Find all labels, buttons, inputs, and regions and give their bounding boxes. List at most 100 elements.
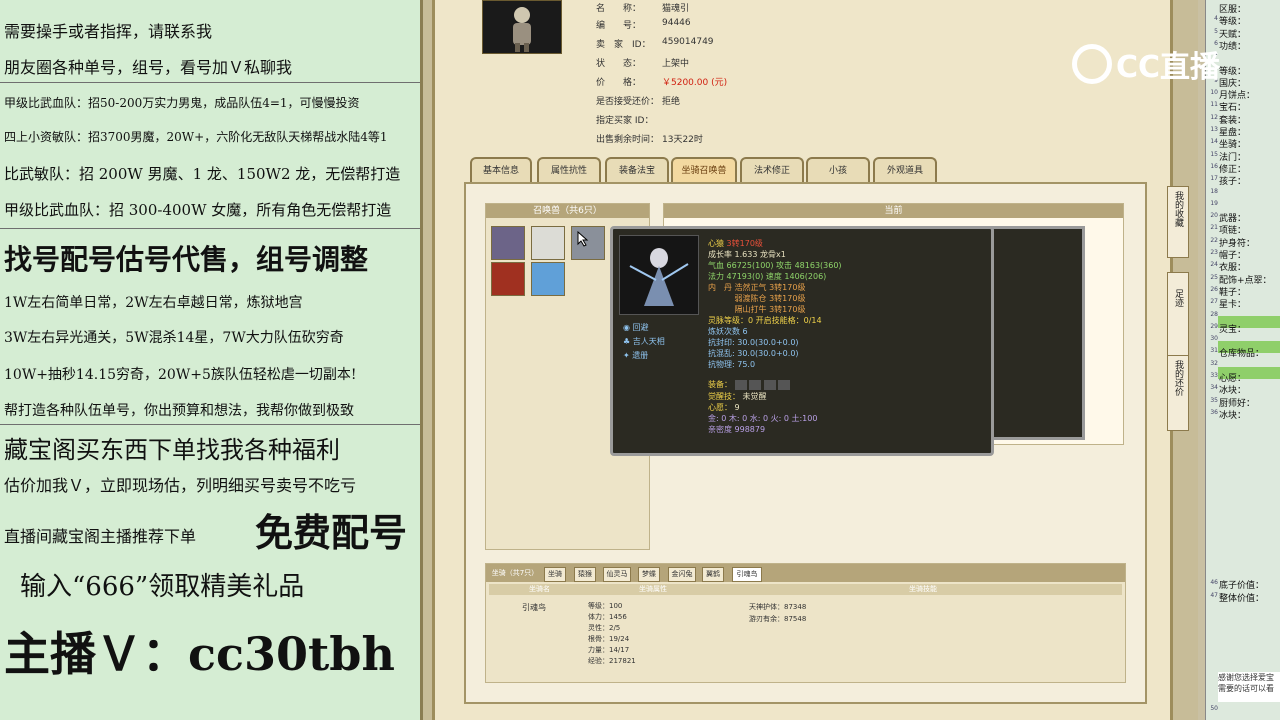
mount-col-headers: 坐骑名 坐骑属性 坐骑技能	[489, 584, 1122, 595]
pet-thumb-icon[interactable]	[491, 262, 525, 296]
pet-awaken-row: 觉醒技： 未觉醒	[708, 391, 767, 402]
row-number: 19	[1210, 200, 1218, 207]
tab-attributes[interactable]: 属性抗性	[537, 157, 601, 183]
pet-tooltip: 心猿 3转170级 成长率 1.633 龙骨x1 气血 66725(100) 攻…	[610, 226, 994, 456]
promo-line: 10W+抽秒14.15穷奇，20W+5族队伍轻松虐一切副本!	[4, 367, 357, 383]
row-number: 50	[1210, 705, 1218, 712]
pet-heart-row: 心愿： 9	[708, 402, 740, 413]
tab-children[interactable]: 小孩	[806, 157, 870, 183]
pet-stat-line: 灵脉等级：0 开启技能格：0/14	[708, 316, 822, 325]
equip-slot	[749, 379, 762, 390]
mount-tab[interactable]: 猿猴	[574, 567, 596, 582]
pet-name: 心猿	[708, 239, 724, 248]
promo-free-match: 免费配号	[255, 510, 408, 555]
row-number: 28	[1210, 311, 1218, 318]
pet-thumb-icon[interactable]	[531, 226, 565, 260]
mount-tab[interactable]: 翼鹤	[702, 567, 724, 582]
mount-skills: 天神护体：87348 游刃有余：87548	[749, 601, 806, 625]
mount-tab[interactable]: 梦蝶	[638, 567, 660, 582]
mounts-header: 坐骑（共7只）	[489, 567, 541, 580]
mount-stat: 力量：14/17	[588, 646, 630, 654]
pet-tooltip-extension	[988, 226, 1085, 440]
row-number: 24	[1210, 261, 1218, 268]
col-header: 坐骑名	[529, 585, 550, 593]
info-value: 猫魂引	[662, 4, 690, 14]
tab-spell-correction[interactable]: 法术修正	[740, 157, 804, 183]
pet-stat-line: 弱渡陈仓 3转170级	[708, 294, 806, 303]
pet-thumb-icon[interactable]	[531, 262, 565, 296]
mount-tab-active[interactable]: 引魂鸟	[732, 567, 762, 582]
mount-tab[interactable]: 坐骑	[544, 567, 566, 582]
row-number: 47	[1210, 592, 1218, 599]
sheet-label: 孩子：	[1219, 177, 1247, 187]
sheet-label: 坐骑：	[1219, 140, 1247, 150]
row-number: 12	[1210, 114, 1218, 121]
skill-label: 吉人天相	[632, 337, 665, 346]
promo-headline: 找号配号估号代售，组号调整	[4, 243, 369, 276]
row-number: 31	[1210, 347, 1218, 354]
row-number: 15	[1210, 151, 1218, 158]
sheet-label: 等级：	[1219, 17, 1247, 27]
row-number: 46	[1210, 579, 1218, 586]
row-number: 21	[1210, 224, 1218, 231]
divider	[0, 424, 420, 425]
pet-stat-line: 成长率 1.633 龙骨x1	[708, 250, 786, 259]
cursor-icon	[577, 231, 589, 247]
row-number: 11	[1210, 101, 1218, 108]
sheet-label: 底子价值：	[1219, 581, 1265, 591]
tab-equipment[interactable]: 装备法宝	[605, 157, 669, 183]
mount-stat: 等级：100	[588, 602, 623, 610]
promo-line: 估价加我Ｖ，立即现场估，列明细买号卖号不吃亏	[4, 476, 357, 495]
promo-line: 比武敏队：招 200W 男魔、1 龙、150W2 龙，无偿帮打造	[4, 165, 401, 183]
mount-stat: 根骨：19/24	[588, 635, 630, 643]
notes-sheet: 区服： 4 等级： 5 天赋： 6 功绩： 7 8 等级： 9 国庆： 10 月饼点： 11 宝石： 12 套装：…	[1205, 0, 1280, 720]
equip-slot	[763, 379, 776, 390]
promo-line: 直播间藏宝阁主播推荐下单	[4, 527, 197, 546]
heart-value: 9	[734, 403, 740, 412]
my-offers-button[interactable]: 我的还价	[1167, 355, 1189, 431]
pet-equip-row: 装备：	[708, 379, 791, 390]
promo-line: 甲级比武血队：招 300-400W 女魔，所有角色无偿帮打造	[4, 201, 392, 219]
row-number: 16	[1210, 163, 1218, 170]
row-number: 5	[1214, 28, 1218, 35]
mount-stat: 体力：1456	[588, 613, 627, 621]
pet-thumb-icon[interactable]	[491, 226, 525, 260]
cc-logo-icon	[1072, 44, 1112, 84]
pet-elements: 金: 0 木: 0 水: 0 火: 0 土:100	[708, 414, 818, 423]
row-number: 32	[1210, 360, 1218, 367]
skill-label: 回避	[632, 323, 649, 332]
row-number: 33	[1210, 372, 1218, 379]
row-number: 23	[1210, 249, 1218, 256]
tab-mounts-pets[interactable]: 坐骑召唤兽	[671, 157, 737, 183]
info-label: 是否接受还价：	[596, 97, 660, 107]
mount-name: 引魂鸟	[522, 603, 546, 612]
pet-icon	[629, 248, 689, 306]
mount-stats: 等级：100 体力：1456 灵性：2/5 根骨：19/24 力量：14/17 …	[588, 601, 636, 667]
history-button[interactable]: 足迹	[1167, 272, 1189, 356]
promo-line: 藏宝阁买东西下单找我各种福利	[4, 436, 340, 464]
info-label: 卖 家 ID：	[596, 40, 651, 50]
awaken-label: 觉醒技：	[708, 392, 740, 401]
info-value: 13天22时	[662, 135, 703, 145]
row-number: 14	[1210, 138, 1218, 145]
tab-appearance[interactable]: 外观道具	[873, 157, 937, 183]
heart-label: 心愿：	[708, 403, 732, 412]
history-button-label: 足迹	[1173, 289, 1183, 307]
row-number: 27	[1210, 298, 1218, 305]
promo-line: 1W左右简单日常，2W左右卓越日常，炼狱地宫	[4, 295, 303, 311]
row-number: 25	[1210, 274, 1218, 281]
promo-line: 朋友圈各种单号，组号，看号加Ｖ私聊我	[4, 58, 293, 77]
mount-stat: 经验：217821	[588, 657, 636, 665]
tab-basic-info[interactable]: 基本信息	[470, 157, 532, 183]
mount-tab[interactable]: 仙灵马	[603, 567, 631, 582]
info-value: 拒绝	[662, 97, 681, 107]
favorites-button[interactable]: 我的收藏	[1167, 186, 1189, 258]
equip-label: 装备：	[708, 380, 732, 389]
pet-portrait	[619, 235, 699, 315]
mount-skill: 游刃有余：87548	[749, 615, 807, 623]
info-value: 94446	[662, 18, 691, 28]
row-number: 36	[1210, 409, 1218, 416]
mount-tab[interactable]: 金闪兔	[668, 567, 696, 582]
info-label: 名 称：	[596, 4, 642, 14]
info-label: 编 号：	[596, 21, 642, 31]
